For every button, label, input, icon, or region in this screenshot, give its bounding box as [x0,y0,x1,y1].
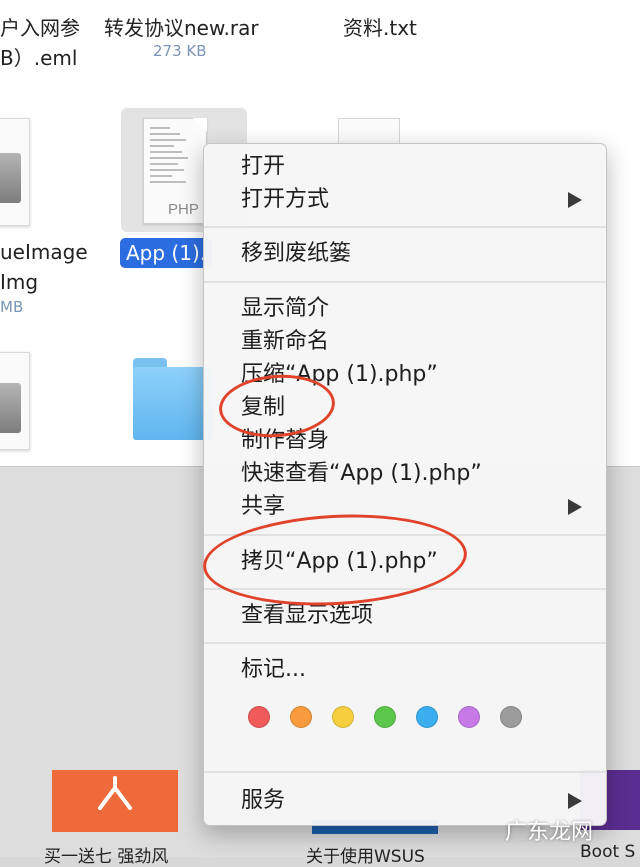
menu-item-open-with[interactable]: 打开方式 [241,185,329,215]
file-name-image-line2[interactable]: Img [0,270,38,294]
person-icon [98,776,132,810]
menu-item-tags[interactable]: 标记... [241,655,306,685]
tag-green-icon[interactable] [374,706,396,728]
file-size-rar: 273 KB [153,42,207,60]
file-name-rar[interactable]: 转发协议new.rar [104,12,259,41]
menu-item-show-view-options[interactable]: 查看显示选项 [241,601,373,631]
file-name-image-line1[interactable]: ueImage [0,240,88,264]
tag-orange-icon[interactable] [290,706,312,728]
folder-icon[interactable] [133,358,213,440]
menu-item-quick-look[interactable]: 快速查看“App (1).php” [241,459,482,489]
menu-separator [204,771,606,773]
menu-item-get-info[interactable]: 显示简介 [241,294,329,324]
file-name-eml-line2[interactable]: B）.eml [0,42,77,71]
bottom-label-1[interactable]: 买一送七 强劲风 [44,842,168,867]
submenu-arrow-icon [568,499,582,515]
disk-image-icon [0,383,21,433]
menu-item-services[interactable]: 服务 [241,786,285,816]
php-type-label: PHP [168,201,199,218]
file-name-txt[interactable]: 资料.txt [343,12,417,41]
bottom-label-2[interactable]: 关于使用WSUS [306,842,425,867]
image-file-icon[interactable] [0,118,30,226]
tag-red-icon[interactable] [248,706,270,728]
file-name-eml-line1[interactable]: 户入网参 [0,12,80,41]
tag-purple-icon[interactable] [458,706,480,728]
menu-separator [204,642,606,644]
selected-file-name[interactable]: App (1). [120,238,213,268]
menu-item-open[interactable]: 打开 [241,152,285,182]
promo-tile-orange[interactable] [52,770,178,832]
tag-gray-icon[interactable] [500,706,522,728]
submenu-arrow-icon [568,793,582,809]
tag-blue-icon[interactable] [416,706,438,728]
php-file-icon[interactable]: PHP [143,118,207,224]
menu-separator [204,226,606,228]
menu-item-move-to-trash[interactable]: 移到废纸篓 [241,239,351,269]
tag-yellow-icon[interactable] [332,706,354,728]
menu-item-rename[interactable]: 重新命名 [241,327,329,357]
submenu-arrow-icon [568,192,582,208]
disk-image-icon [0,153,21,203]
image-file-icon-2[interactable] [0,352,30,450]
menu-item-share[interactable]: 共享 [241,492,285,522]
watermark: 广东龙网 [505,820,594,845]
context-menu: 打开 打开方式 移到废纸篓 显示简介 重新命名 压缩“App (1).php” … [203,143,607,826]
file-size-image: MB [0,298,24,316]
menu-separator [204,281,606,283]
